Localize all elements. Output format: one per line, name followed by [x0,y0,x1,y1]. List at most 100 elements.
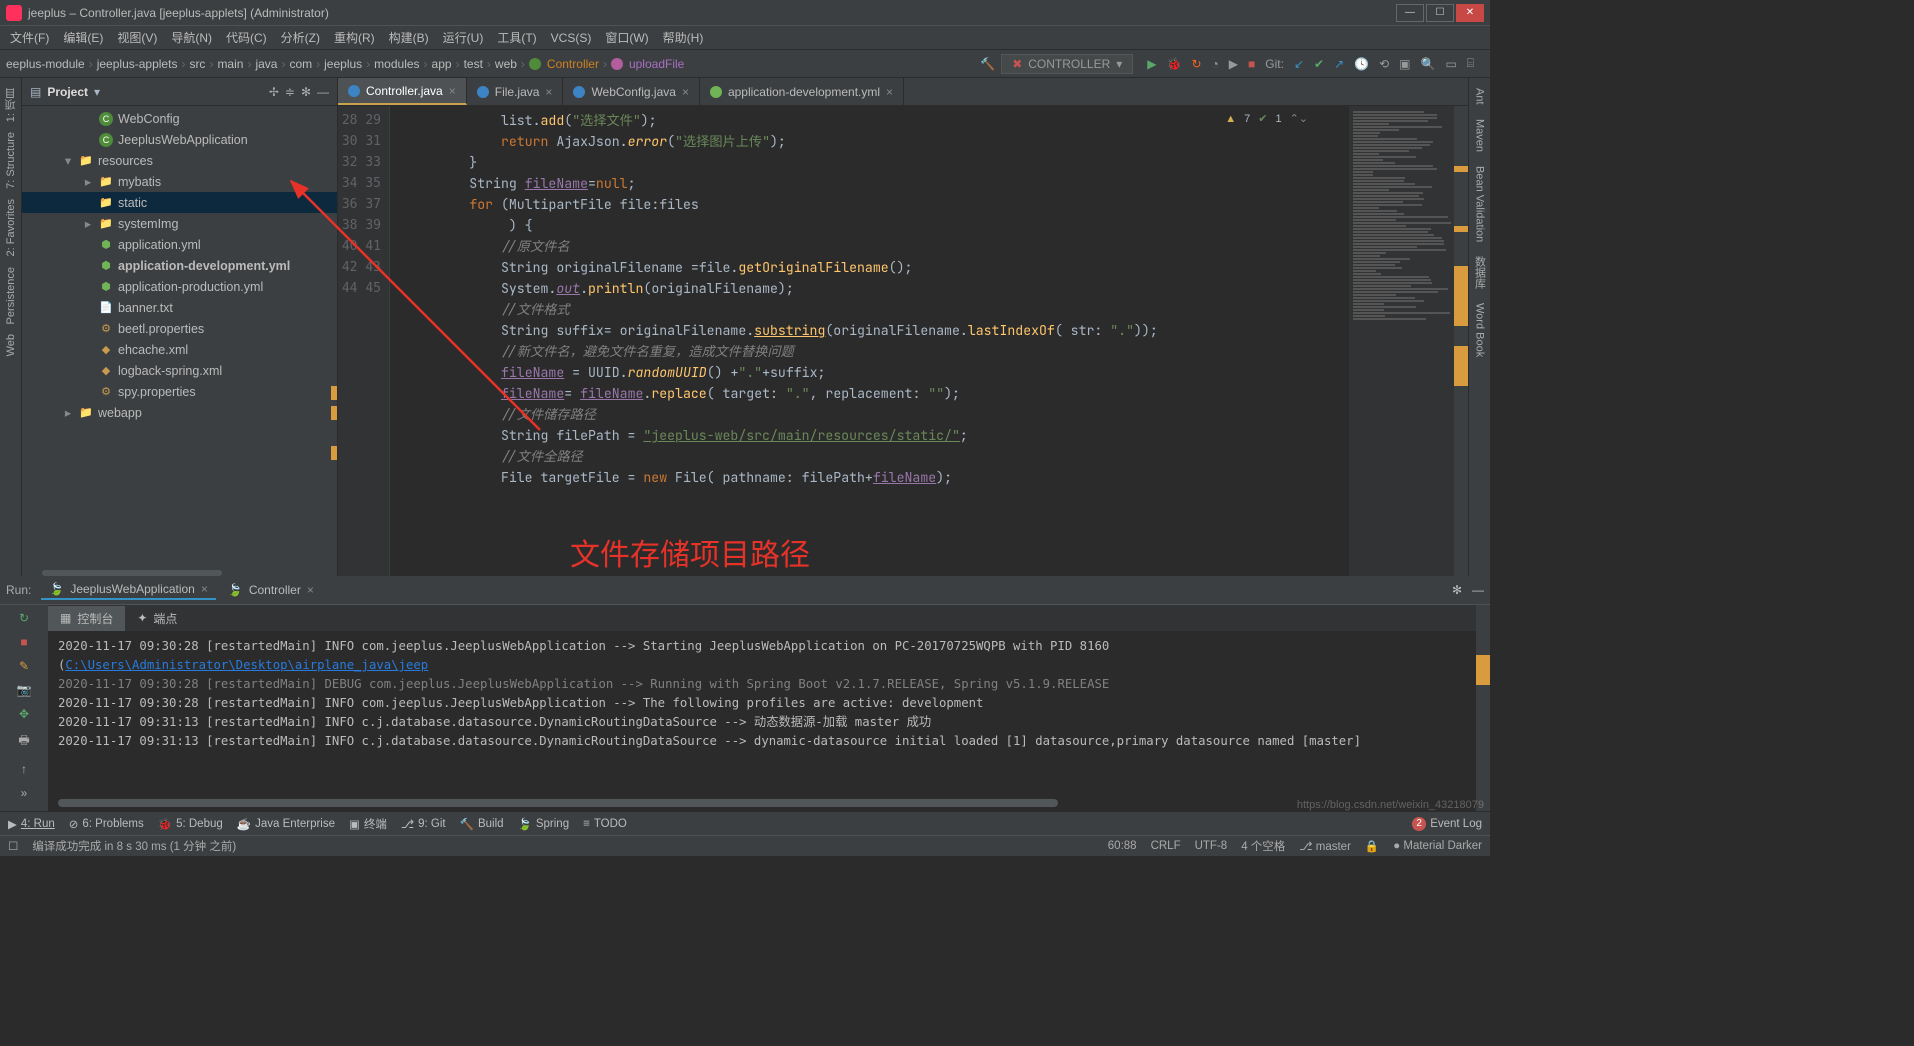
breadcrumb-segment[interactable]: modules [374,57,419,71]
tool-window-button[interactable]: Word Book [1474,303,1486,357]
breadcrumb[interactable]: eeplus-module›jeeplus-applets›src›main›j… [6,57,976,71]
menu-item[interactable]: 分析(Z) [275,27,326,48]
breadcrumb-segment[interactable]: test [464,57,483,71]
more-icon[interactable]: » [21,786,28,800]
tree-row[interactable]: ⬢application-production.yml [22,276,337,297]
git-update-icon[interactable]: ↙ [1294,57,1304,71]
bottom-tool-button[interactable]: 🍃Spring [518,817,570,831]
hammer-icon[interactable]: 🔨 [980,57,995,71]
debug-icon[interactable]: 🐞 [1167,57,1182,71]
menu-item[interactable]: 重构(R) [328,27,381,48]
tool-window-button[interactable]: Persistence [5,267,17,324]
tree-row[interactable]: ◆ehcache.xml [22,339,337,360]
profile-icon[interactable]: ◔ [1212,57,1219,71]
tree-row[interactable]: ⬢application-development.yml [22,255,337,276]
tree-row[interactable]: 📄banner.txt [22,297,337,318]
project-title[interactable]: Project [47,85,88,99]
git-rollback-icon[interactable]: ⟲ [1379,57,1389,71]
project-structure-icon[interactable]: ⌸ [1467,56,1474,71]
tree-row[interactable]: ◆logback-spring.xml [22,360,337,381]
tab-close-icon[interactable]: × [449,84,456,98]
breadcrumb-segment[interactable]: web [495,57,517,71]
caret-position[interactable]: 60:88 [1108,840,1137,852]
tree-row[interactable]: ▾📁resources [22,150,337,171]
run-settings-icon[interactable]: ✻ [1452,583,1462,597]
minimize-button[interactable]: — [1396,4,1424,22]
bottom-tool-button[interactable]: ⊘6: Problems [69,817,144,831]
tree-row[interactable]: ⬢application.yml [22,234,337,255]
edit-icon[interactable]: ✎ [19,659,29,673]
console-h-scrollbar[interactable] [58,799,1058,807]
project-tree[interactable]: CWebConfigCJeeplusWebApplication▾📁resour… [22,106,337,568]
tree-row[interactable]: ⚙spy.properties [22,381,337,402]
chevron-down-icon[interactable]: ▾ [94,85,100,99]
tree-h-scrollbar[interactable] [42,570,222,576]
code-editor[interactable]: list.add("选择文件"); return AjaxJson.error(… [390,106,1468,576]
run-icon[interactable]: ▶ [1147,57,1156,71]
run-config-selector[interactable]: 🔨 ✖CONTROLLER▾ [980,54,1133,74]
tool-window-button[interactable]: 2: Favorites [5,199,17,256]
line-separator[interactable]: CRLF [1151,840,1181,852]
inspection-widget[interactable]: ▲7 ✔1 ⌃⌄ [1225,112,1308,125]
settings-icon[interactable]: ✻ [301,85,311,99]
breadcrumb-method[interactable]: uploadFile [629,57,684,71]
bottom-tool-button[interactable]: ▣终端 [349,816,387,832]
stop-run-icon[interactable]: ■ [20,635,27,649]
stop-icon[interactable]: ■ [1248,57,1255,71]
menu-item[interactable]: 文件(F) [4,27,55,48]
tool-window-button[interactable]: 1: 项目 [3,88,19,122]
menu-item[interactable]: 工具(T) [491,27,542,48]
breadcrumb-class[interactable]: Controller [547,57,599,71]
expand-all-icon[interactable]: ≑ [285,85,295,99]
tree-row[interactable]: CJeeplusWebApplication [22,129,337,150]
tree-row[interactable]: ▸📁webapp [22,402,337,423]
status-icon[interactable]: ☐ [8,839,18,853]
menu-item[interactable]: 运行(U) [437,27,490,48]
run-hide-icon[interactable]: — [1472,583,1484,597]
camera-icon[interactable]: 📷 [17,683,32,697]
tool-window-button[interactable]: 7: Structure [5,132,17,189]
tool-window-button[interactable]: Ant [1474,88,1486,105]
tree-row[interactable]: CWebConfig [22,108,337,129]
editor-tab[interactable]: Controller.java× [338,78,467,105]
rerun-icon[interactable]: ↻ [19,611,29,625]
attach-icon[interactable]: ▶ [1229,57,1238,71]
breadcrumb-segment[interactable]: app [432,57,452,71]
git-commit-icon[interactable]: ✔ [1314,57,1324,71]
editor-tab[interactable]: File.java× [467,78,564,105]
console-tab[interactable]: ▦控制台 [48,606,125,631]
tool-window-button[interactable]: Maven [1474,119,1486,152]
breadcrumb-segment[interactable]: com [289,57,312,71]
bottom-tool-button[interactable]: 🔨Build [460,817,504,831]
git-push-icon[interactable]: ↗ [1334,57,1344,71]
git-history-icon[interactable]: 🕓 [1354,57,1369,71]
menu-item[interactable]: 构建(B) [383,27,435,48]
bottom-tool-button[interactable]: ☕Java Enterprise [237,817,335,831]
editor-marker-strip[interactable] [1454,106,1468,576]
tab-close-icon[interactable]: × [886,85,893,99]
tool-window-button[interactable]: Bean Validation [1474,166,1486,242]
tree-row[interactable]: 📁static [22,192,337,213]
bottom-tool-button[interactable]: 🐞5: Debug [158,817,223,831]
breadcrumb-segment[interactable]: jeeplus [324,57,362,71]
console-output[interactable]: 2020-11-17 09:30:28 [restartedMain] INFO… [48,631,1476,799]
up-icon[interactable]: ↑ [21,762,27,776]
line-gutter[interactable]: 28 29 30 31 32 33 34 35 36 37 38 39 40 4… [338,106,390,576]
event-log-button[interactable]: 2Event Log [1412,817,1482,831]
maximize-button[interactable]: ☐ [1426,4,1454,22]
breadcrumb-segment[interactable]: src [189,57,205,71]
ide-scripting-icon[interactable]: ▣ [1399,57,1410,71]
git-branch[interactable]: ⎇ master [1299,839,1351,853]
close-button[interactable]: ✕ [1456,4,1484,22]
updown-icon[interactable]: ⌃⌄ [1290,112,1308,125]
bottom-tool-button[interactable]: ▶4: Run [8,817,55,831]
run-tab[interactable]: 🍃JeeplusWebApplication × [41,580,216,600]
breadcrumb-segment[interactable]: eeplus-module [6,57,85,71]
breadcrumb-segment[interactable]: java [255,57,277,71]
menu-item[interactable]: 帮助(H) [657,27,710,48]
menu-item[interactable]: VCS(S) [545,29,598,47]
theme-widget[interactable]: ● Material Darker [1393,840,1482,852]
layout-icon[interactable]: ✥ [19,707,29,721]
locate-icon[interactable]: ✢ [269,85,279,99]
breadcrumb-segment[interactable]: main [217,57,243,71]
